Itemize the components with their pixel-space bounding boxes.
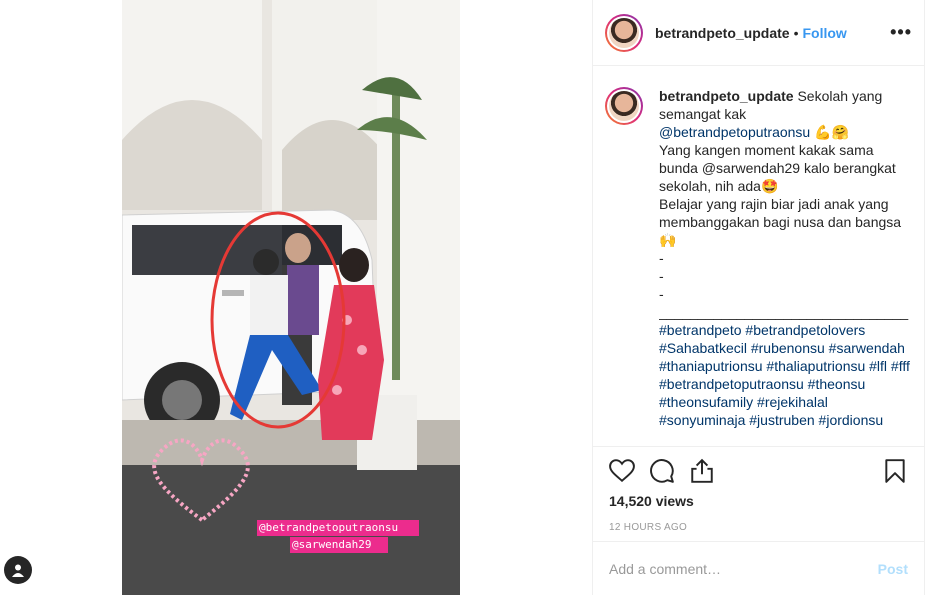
comment-icon[interactable] — [649, 458, 675, 484]
follow-button[interactable]: Follow — [802, 25, 846, 41]
person-icon — [12, 564, 24, 577]
video-frame — [122, 0, 460, 595]
add-comment-section: Post — [593, 541, 924, 595]
caption-line-4: Belajar yang rajin biar jadi anak yang m… — [659, 196, 902, 248]
views-count[interactable]: 14,520 views — [609, 493, 908, 509]
caption-line-6: - — [659, 268, 664, 284]
post-button[interactable]: Post — [878, 561, 908, 577]
caption-line-5: - — [659, 250, 664, 266]
post-header: betrandpeto_update • Follow ••• — [593, 0, 924, 66]
caption-line-3: Yang kangen moment kakak sama bunda @sar… — [659, 142, 896, 194]
post-time[interactable]: 12 HOURS AGO — [609, 522, 908, 533]
profile-icon[interactable] — [4, 556, 32, 584]
caption-text: betrandpeto_update Sekolah yang semangat… — [659, 87, 911, 429]
more-icon[interactable]: ••• — [890, 22, 912, 43]
caption-divider: ________________________________ — [659, 304, 909, 320]
video-tag-1[interactable]: @betrandpetoputraonsu — [259, 520, 398, 536]
caption-hashtags[interactable]: #betrandpeto #betrandpetolovers #Sahabat… — [659, 321, 911, 429]
comments-list[interactable]: betrandpeto_update Sekolah yang semangat… — [593, 67, 924, 445]
post-video[interactable]: @betrandpetoputraonsu @sarwendah29 — [122, 0, 460, 595]
header-username[interactable]: betrandpeto_update — [655, 25, 790, 41]
comment-input[interactable] — [609, 560, 878, 577]
action-icons — [609, 447, 908, 495]
heart-icon[interactable] — [609, 458, 635, 484]
caption: betrandpeto_update Sekolah yang semangat… — [605, 87, 912, 429]
share-icon[interactable] — [689, 458, 715, 484]
post-actions: 14,520 views 12 HOURS AGO — [593, 446, 924, 533]
video-tag-2[interactable]: @sarwendah29 — [292, 537, 371, 553]
media-area: @betrandpetoputraonsu @sarwendah29 — [0, 0, 592, 613]
post-panel: betrandpeto_update • Follow ••• betrandp… — [592, 0, 925, 595]
bookmark-icon[interactable] — [882, 458, 908, 484]
caption-line-7: - — [659, 286, 664, 302]
header-separator: • — [793, 24, 799, 41]
caption-avatar[interactable] — [605, 87, 643, 125]
caption-username[interactable]: betrandpeto_update — [659, 88, 794, 104]
avatar[interactable] — [605, 13, 643, 52]
caption-line-2[interactable]: @betrandpetoputraonsu 💪🤗 — [659, 123, 911, 141]
